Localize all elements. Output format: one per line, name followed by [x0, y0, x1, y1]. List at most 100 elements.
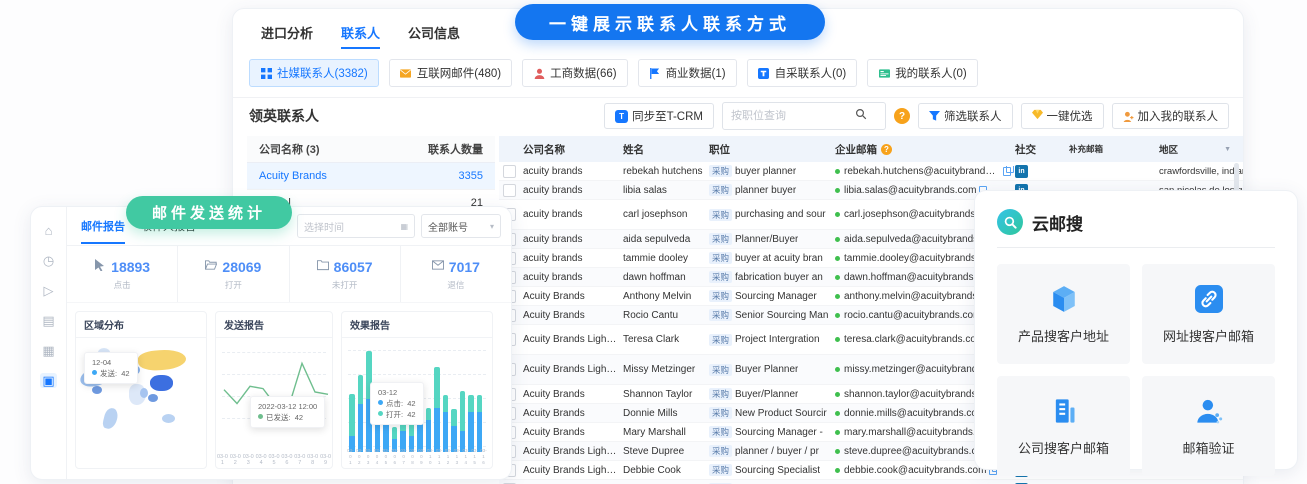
copy-icon[interactable]: [1003, 167, 1011, 176]
chip-self-collected-contacts[interactable]: 自采联系人(0): [747, 59, 858, 87]
effect-report-chart: 效果报告 03-0 103-0 203-0 303-0 403-0 503-0 …: [341, 311, 493, 469]
tile-email-verification[interactable]: 邮箱验证: [1142, 376, 1275, 476]
tcrm-icon: T: [615, 110, 628, 123]
filter-contacts-button[interactable]: 筛选联系人: [918, 103, 1013, 129]
name-cell: Steve Dupree: [623, 446, 709, 457]
date-range-input[interactable]: 选择时间 ▦: [297, 214, 415, 238]
tile-product-search-address[interactable]: 产品搜客户地址: [997, 264, 1130, 364]
x-tick: 03-0 7: [399, 448, 408, 466]
account-select[interactable]: 全部账号 ▾: [421, 214, 501, 238]
home-icon[interactable]: ⌂: [45, 223, 53, 238]
x-tick: 03-0 3: [242, 454, 255, 466]
x-tick: 03-0 4: [373, 448, 382, 466]
tab-import-analysis[interactable]: 进口分析: [261, 23, 313, 49]
tab-company-info[interactable]: 公司信息: [408, 23, 460, 49]
col-header-label: 企业邮箱: [835, 142, 877, 157]
gem-icon: [1032, 109, 1043, 123]
stat-value: 7017: [449, 259, 480, 275]
email-text: rocio.cantu@acuitybrands.com: [844, 310, 981, 321]
bar-open-segment: [451, 409, 457, 426]
chip-label: 互联网邮件(480): [417, 65, 501, 81]
calendar-icon[interactable]: ▣: [40, 373, 56, 388]
stat-label: 打开: [225, 279, 242, 291]
company-cell: Acuity Brands Lighting: [523, 334, 623, 345]
name-cell: carl josephson: [623, 209, 709, 220]
title-text: Project Intergration: [735, 334, 820, 345]
bar-click-segment: [468, 412, 474, 452]
valid-email-dot-icon: [835, 468, 840, 473]
title-cell: 采购Sourcing Specialist: [709, 464, 835, 476]
search-icon[interactable]: [855, 107, 867, 125]
chip-business-registry-data[interactable]: 工商数据(66): [522, 59, 627, 87]
table-row[interactable]: acuity brandsrebekah hutchens采购buyer pla…: [499, 162, 1243, 181]
add-to-my-contacts-button[interactable]: 加入我的联系人: [1112, 103, 1230, 129]
contact-table-header: 公司名称姓名职位企业邮箱?社交补充邮箱地区▼: [499, 136, 1243, 162]
tile-label: 产品搜客户地址: [1018, 326, 1109, 345]
email-text: dawn.hoffman@acuitybrands.com: [844, 272, 995, 283]
position-tag: 采购: [709, 165, 732, 177]
company-cell: Acuity Brands: [523, 427, 623, 438]
x-tick: 03-0 6: [390, 448, 399, 466]
bar: [426, 408, 432, 452]
title-text: Buyer/Planner: [735, 389, 798, 400]
position-tag: 采购: [709, 334, 732, 346]
feature-callout-pill: 一键展示联系人联系方式: [515, 4, 825, 40]
position-tag: 采购: [709, 271, 732, 283]
cursor-click-icon: [94, 258, 106, 276]
email-help-badge-icon[interactable]: ?: [881, 144, 892, 155]
valid-email-dot-icon: [835, 294, 840, 299]
region-cell: crawfordsville, indiana, united states: [1159, 166, 1243, 177]
valid-email-dot-icon: [835, 392, 840, 397]
x-tick: 03-0 4: [255, 454, 268, 466]
tile-url-search-email[interactable]: 网址搜客户邮箱: [1142, 264, 1275, 364]
valid-email-dot-icon: [835, 313, 840, 318]
section-title: 领英联系人: [249, 106, 319, 126]
email-stats-pill: 邮件发送统计: [126, 196, 292, 229]
email-stats-panel: ⌂◷▷▤▦▣ 邮件报告收件人报告 选择时间 ▦ 全部账号 ▾ 18893点击28…: [30, 206, 512, 480]
stat-value: 86057: [334, 259, 373, 275]
company-cell: acuity brands: [523, 166, 623, 177]
x-tick: 03-0 9: [417, 448, 426, 466]
linkedin-icon[interactable]: in: [1015, 165, 1028, 178]
company-cell: acuity brands: [523, 185, 623, 196]
chip-internet-emails[interactable]: 互联网邮件(480): [389, 59, 512, 87]
clock-icon[interactable]: ◷: [43, 253, 54, 268]
name-cell: Shannon Taylor: [623, 389, 709, 400]
company-icon: [1050, 396, 1078, 426]
sync-tcrm-button[interactable]: T 同步至T-CRM: [604, 103, 714, 129]
x-tick: 03-1 0: [426, 448, 435, 466]
tab-mail-report[interactable]: 邮件报告: [81, 208, 125, 244]
tile-company-search-email[interactable]: 公司搜客户邮箱: [997, 376, 1130, 476]
chip-my-contacts[interactable]: 我的联系人(0): [867, 59, 978, 87]
checkbox-cell: [499, 165, 523, 178]
send-icon[interactable]: ▷: [44, 283, 54, 298]
briefcase-icon[interactable]: ▤: [42, 313, 54, 328]
position-tag: 采购: [709, 290, 732, 302]
name-cell: dawn hoffman: [623, 272, 709, 283]
row-checkbox[interactable]: [503, 165, 516, 178]
name-cell: Rocio Cantu: [623, 310, 709, 321]
link-icon: [1195, 284, 1223, 314]
chip-social-media-contacts[interactable]: 社媒联系人(3382): [249, 59, 379, 87]
mail-icon: [400, 67, 412, 79]
title-cell: 采购planner buyer: [709, 184, 835, 196]
search-input[interactable]: [729, 109, 855, 123]
name-cell: rebekah hutchens: [623, 166, 709, 177]
bar-click-segment: [477, 412, 483, 452]
chip-commercial-data[interactable]: 商业数据(1): [638, 59, 737, 87]
title-text: fabrication buyer an: [735, 272, 823, 283]
x-tick: 03-1 5: [470, 448, 479, 466]
row-checkbox[interactable]: [503, 184, 516, 197]
column-filter-icon[interactable]: ▼: [1224, 146, 1231, 153]
cloud-tool-grid: 产品搜客户地址 网址搜客户邮箱公司搜客户邮箱邮箱验证: [975, 248, 1297, 484]
title-text: New Product Sourcir: [735, 408, 827, 419]
gallery-icon[interactable]: ▦: [42, 343, 54, 358]
help-badge-icon[interactable]: ?: [894, 108, 910, 124]
title-cell: 采购Sourcing Manager: [709, 290, 835, 302]
bar: [460, 391, 466, 452]
company-row[interactable]: Acuity Brands3355: [247, 163, 495, 190]
folder-open-icon: [205, 258, 217, 276]
one-click-optimize-button[interactable]: 一键优选: [1021, 103, 1104, 129]
email-text: libia.salas@acuitybrands.com: [844, 185, 976, 196]
tab-contacts[interactable]: 联系人: [341, 23, 380, 49]
